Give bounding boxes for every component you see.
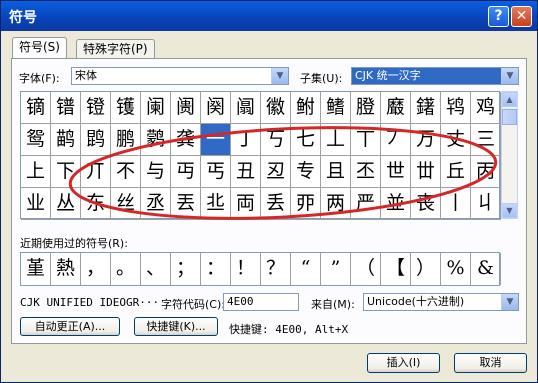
- from-value: Unicode(十六进制): [367, 295, 465, 308]
- recent-symbol-cell[interactable]: ，: [81, 253, 111, 285]
- recent-symbol-cell[interactable]: 。: [111, 253, 141, 285]
- from-select[interactable]: Unicode(十六进制) ▼: [363, 293, 519, 311]
- recent-symbol-cell[interactable]: ）: [411, 253, 441, 285]
- recent-symbol-cell[interactable]: “: [291, 253, 321, 285]
- cancel-button[interactable]: 取消: [454, 353, 527, 373]
- recent-symbol-cell[interactable]: ：: [201, 253, 231, 285]
- recent-symbol-cell[interactable]: 堇: [21, 253, 51, 285]
- char-code-label: 字符代码(C):: [161, 298, 225, 311]
- insert-button[interactable]: 插入(I): [367, 353, 440, 373]
- shortcut-text: 快捷键: 4E00, Alt+X: [229, 323, 349, 336]
- recent-symbol-cell[interactable]: 【: [381, 253, 411, 285]
- recent-symbol-cell[interactable]: ；: [171, 253, 201, 285]
- from-label: 来自(M):: [311, 298, 355, 311]
- recent-symbol-cell[interactable]: ！: [231, 253, 261, 285]
- symbol-dialog: 符号 ? ✕ 符号(S) 特殊字符(P) 字体(F): 宋体 ▼ 子集(U): …: [0, 0, 538, 383]
- recent-symbol-cell[interactable]: &: [471, 253, 501, 285]
- recent-symbol-cell[interactable]: 、: [141, 253, 171, 285]
- shortcut-key-button[interactable]: 快捷键(K)...: [134, 317, 218, 336]
- recent-symbol-cell[interactable]: ”: [321, 253, 351, 285]
- autocorrect-button[interactable]: 自动更正(A)...: [20, 317, 120, 336]
- character-name: CJK UNIFIED IDEOGR···: [20, 296, 160, 309]
- red-annotation-ellipse: [68, 126, 498, 220]
- recent-label: 近期使用过的符号(R):: [20, 237, 128, 250]
- recent-symbol-cell[interactable]: （: [351, 253, 381, 285]
- recent-symbol-cell[interactable]: ？: [261, 253, 291, 285]
- char-code-input[interactable]: 4E00: [223, 293, 299, 311]
- recent-symbols[interactable]: 堇熱，。、；：！？ “” （【）% &: [20, 252, 501, 286]
- recent-symbol-cell[interactable]: %: [441, 253, 471, 285]
- chevron-down-icon[interactable]: ▼: [501, 294, 518, 310]
- recent-symbol-cell[interactable]: 熱: [51, 253, 81, 285]
